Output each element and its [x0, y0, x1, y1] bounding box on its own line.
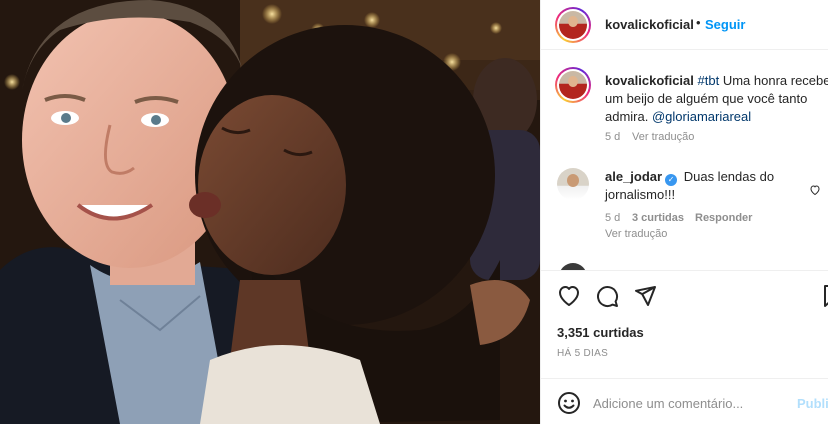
author-avatar[interactable] — [555, 7, 591, 43]
comment-reply-button[interactable]: Responder — [695, 212, 752, 224]
caption-mention[interactable]: @gloriamariareal — [652, 109, 751, 124]
actions-divider — [541, 270, 828, 271]
comment-likes[interactable]: 3 curtidas — [632, 212, 684, 224]
post-photo-illustration — [0, 0, 540, 424]
comment-bubble-icon[interactable] — [595, 284, 619, 308]
share-paper-plane-icon[interactable] — [633, 284, 657, 308]
post-age[interactable]: HÁ 5 DIAS — [557, 348, 608, 359]
add-comment-input[interactable] — [593, 393, 793, 413]
post-side-panel: kovalickoficial • Seguir kovalickoficial… — [540, 0, 828, 424]
post-header: kovalickoficial • Seguir — [541, 0, 828, 50]
follow-button[interactable]: Seguir — [705, 17, 745, 32]
verified-badge-icon: ✓ — [665, 174, 678, 186]
save-bookmark-icon[interactable] — [821, 284, 828, 308]
post-photo[interactable] — [0, 0, 540, 424]
caption-avatar[interactable] — [555, 67, 591, 103]
comment-username[interactable]: ale_jodar — [605, 169, 662, 184]
commenter-avatar[interactable] — [557, 168, 589, 200]
publish-comment-button[interactable]: Publicar — [797, 396, 828, 411]
post-caption: kovalickoficial #tbt Uma honra receber u… — [605, 72, 828, 126]
comment-like-heart-icon[interactable] — [809, 184, 821, 196]
caption-timestamp[interactable]: 5 d — [605, 131, 620, 143]
comment-item: ale_jodar ✓ Duas lendas do jornalismo!!! — [605, 168, 815, 204]
like-heart-icon[interactable] — [557, 284, 581, 308]
emoji-smiley-icon[interactable] — [557, 391, 581, 415]
caption-hashtag[interactable]: #tbt — [698, 73, 720, 88]
author-username[interactable]: kovalickoficial — [605, 17, 694, 32]
comment-translate-link[interactable]: Ver tradução — [605, 228, 667, 240]
caption-translate-link[interactable]: Ver tradução — [632, 131, 694, 143]
likes-count[interactable]: 3,351 curtidas — [557, 325, 644, 340]
caption-username[interactable]: kovalickoficial — [605, 73, 694, 88]
header-separator: • — [696, 15, 701, 30]
comment-bar-divider — [541, 378, 828, 379]
comment-timestamp[interactable]: 5 d — [605, 212, 620, 224]
